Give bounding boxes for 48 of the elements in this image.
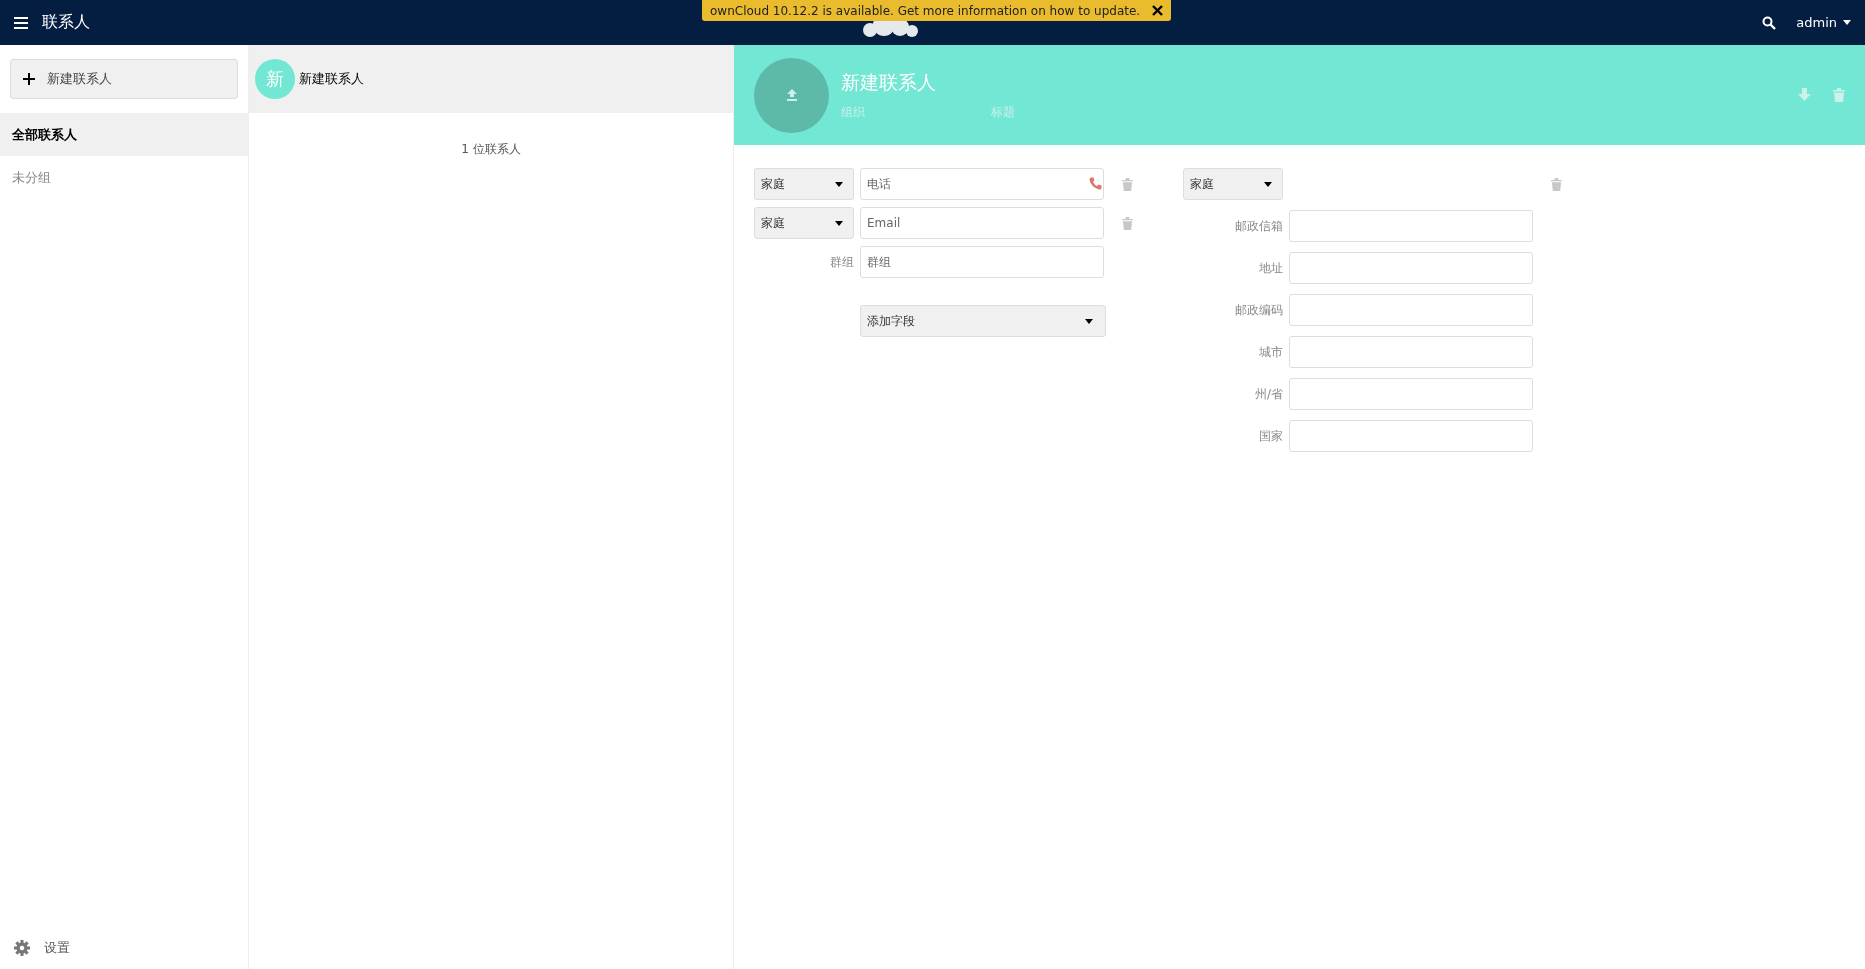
- contact-count: 1 位联系人: [460, 141, 522, 158]
- field-label: 地址: [1258, 259, 1283, 277]
- caret-icon: [1085, 318, 1093, 324]
- input-field[interactable]: [1289, 378, 1533, 410]
- type-select[interactable]: 家庭: [1183, 168, 1283, 200]
- trash-icon[interactable]: [1122, 177, 1133, 191]
- input-field[interactable]: 电话: [860, 168, 1104, 200]
- upload-icon: [785, 89, 798, 101]
- add-field-select[interactable]: 添加字段: [860, 305, 1106, 337]
- gear-icon[interactable]: [14, 940, 30, 956]
- trash-icon[interactable]: [1551, 177, 1562, 191]
- caret-icon: [835, 181, 843, 187]
- menu-icon[interactable]: [14, 16, 28, 29]
- search-icon[interactable]: [1762, 15, 1777, 30]
- field-label: 邮政编码: [1234, 301, 1283, 319]
- user-menu[interactable]: admin: [1796, 15, 1851, 30]
- field-label: 邮政信箱: [1234, 217, 1283, 235]
- notification-text: ownCloud 10.12.2 is available. Get more information on how to update.: [710, 3, 1141, 18]
- field-label: 群组: [829, 253, 854, 271]
- group-item[interactable]: 未分组: [0, 156, 248, 199]
- caret-icon: [835, 220, 843, 226]
- trash-icon[interactable]: [1833, 88, 1845, 102]
- input-field[interactable]: 群组: [860, 246, 1104, 278]
- type-select[interactable]: 家庭: [754, 168, 854, 200]
- field-label: 城市: [1258, 343, 1283, 361]
- plus-icon: [23, 73, 35, 85]
- contact-item[interactable]: 新 新建联系人: [249, 45, 733, 113]
- input-field[interactable]: [1289, 420, 1533, 452]
- input-field[interactable]: Email: [860, 207, 1104, 239]
- contact-avatar: 新: [255, 58, 295, 99]
- input-field[interactable]: [1289, 210, 1533, 242]
- input-field[interactable]: [1289, 294, 1533, 326]
- trash-icon[interactable]: [1122, 216, 1133, 230]
- input-field[interactable]: [1289, 336, 1533, 368]
- type-select[interactable]: 家庭: [754, 207, 854, 239]
- close-icon[interactable]: [1152, 5, 1164, 16]
- group-item[interactable]: 全部联系人: [0, 113, 248, 156]
- download-icon[interactable]: [1798, 88, 1811, 102]
- new-contact-button[interactable]: 新建联系人: [10, 59, 238, 99]
- settings-link[interactable]: 设置: [44, 939, 70, 957]
- caret-icon: [1843, 20, 1851, 25]
- app-title[interactable]: 联系人: [42, 12, 90, 33]
- contact-name: 新建联系人: [299, 69, 364, 88]
- field-label: 国家: [1258, 427, 1283, 445]
- input-field[interactable]: [1289, 252, 1533, 284]
- phone-icon[interactable]: [1089, 177, 1102, 190]
- caret-icon: [1264, 181, 1272, 187]
- field-label: 州/省: [1253, 385, 1283, 403]
